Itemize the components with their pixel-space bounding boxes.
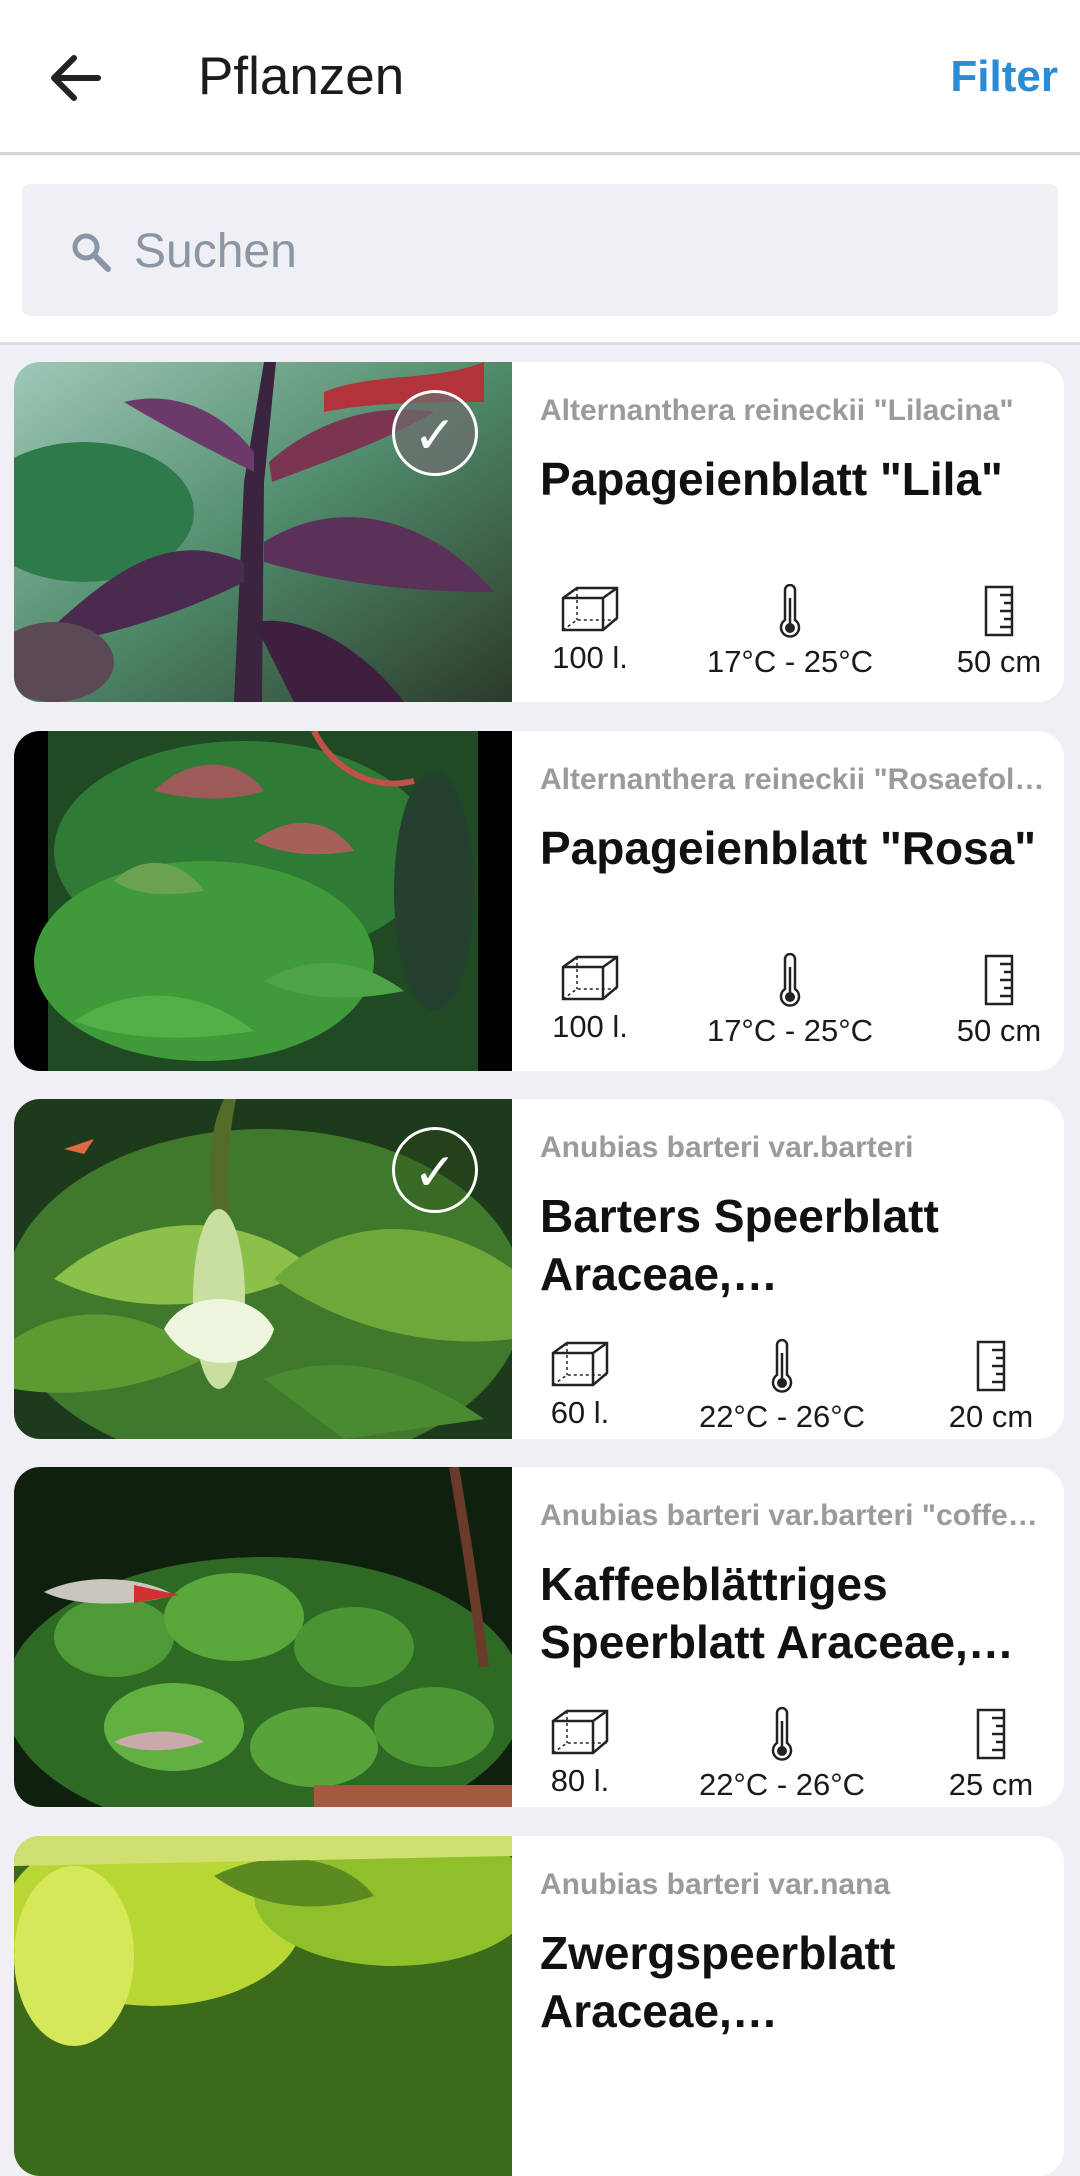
temperature-stat: 17°C - 25°C [700,584,880,680]
plant-card[interactable]: Alternanthera reineckii "Rosaefolia" Pap… [14,731,1064,1071]
plant-info: Anubias barteri var.barteri "coffeefolia… [540,1467,1048,1807]
aquarium-tank-icon [551,1341,609,1387]
height-stat: 50 cm [950,584,1048,680]
plant-info: Alternanthera reineckii "Lilacina" Papag… [540,362,1048,702]
temperature-value: 17°C - 25°C [706,1013,874,1048]
thermometer-icon [779,584,801,638]
volume-value: 60 l. [550,1395,610,1430]
selected-check-icon: ✓ [392,390,478,476]
back-button[interactable] [40,38,120,118]
thermometer-icon [771,1707,793,1761]
temperature-value: 22°C - 26°C [698,1767,866,1802]
ruler-icon [976,1340,1006,1392]
common-name: Barters Speerblatt Araceae, Aronstabgewä… [540,1190,939,1300]
aquarium-tank-icon [561,955,619,1001]
app-bar: Pflanzen Filter [0,0,1080,155]
page-title: Pflanzen [198,47,405,106]
common-name: Papageienblatt "Rosa" [540,822,1037,874]
search-icon [72,233,111,272]
common-name: Papageienblatt "Lila" [540,453,1003,505]
volume-stat: 100 l. [540,953,640,1045]
latin-name: Anubias barteri var.barteri [540,1131,914,1164]
selected-check-icon: ✓ [392,1127,478,1213]
plant-card[interactable]: Anubias barteri var.nana Zwergspeerblatt… [14,1836,1064,2176]
temperature-value: 22°C - 26°C [698,1399,866,1434]
common-name: Kaffeeblättriges Speerblatt Araceae, Aro… [540,1558,968,1668]
height-stat: 50 cm [950,953,1048,1049]
plant-photo: ✓ [14,362,512,702]
plant-card[interactable]: Anubias barteri var.barteri "coffeefolia… [14,1467,1064,1807]
latin-name: Alternanthera reineckii "Lilacina" [540,394,1014,427]
volume-value: 80 l. [550,1763,610,1798]
latin-name: Alternanthera reineckii "Rosaefolia" [540,763,1048,796]
plant-info: Anubias barteri var.nana Zwergspeerblatt… [540,1836,1048,2176]
temperature-stat: 22°C - 26°C [692,1707,872,1803]
ruler-icon [984,954,1014,1006]
height-value: 50 cm [956,644,1042,679]
ruler-icon [976,1708,1006,1760]
latin-name: Anubias barteri var.nana [540,1868,891,1901]
temperature-stat: 17°C - 25°C [700,953,880,1049]
volume-value: 100 l. [552,1009,628,1044]
latin-name: Anubias barteri var.barteri "coffeefolia… [540,1499,1048,1532]
search-box[interactable] [22,184,1058,316]
height-value: 50 cm [956,1013,1042,1048]
plant-photo [14,1836,512,2176]
plant-card[interactable]: ✓ Anubias barteri var.barteri Barters Sp… [14,1099,1064,1439]
height-stat: 25 cm [942,1707,1040,1803]
search-bar-container [0,155,1080,345]
thermometer-icon [779,953,801,1007]
aquarium-tank-icon [561,586,619,632]
filter-button[interactable]: Filter [950,52,1058,102]
arrow-left-icon [51,55,101,101]
height-value: 25 cm [948,1767,1034,1802]
plant-photo [14,731,512,1071]
volume-stat: 60 l. [530,1339,630,1431]
volume-value: 100 l. [552,640,628,675]
height-value: 20 cm [948,1399,1034,1434]
ruler-icon [984,585,1014,637]
height-stat: 20 cm [942,1339,1040,1435]
aquarium-tank-icon [551,1709,609,1755]
volume-stat: 80 l. [530,1707,630,1799]
plant-photo: ✓ [14,1099,512,1439]
temperature-value: 17°C - 25°C [706,644,874,679]
search-input[interactable] [132,212,1016,290]
plant-info: Alternanthera reineckii "Rosaefolia" Pap… [540,731,1048,1071]
plant-card[interactable]: ✓ Alternanthera reineckii "Lilacina" Pap… [14,362,1064,702]
common-name: Zwergspeerblatt Araceae, Aronstabgewächs… [540,1927,896,2037]
plant-photo [14,1467,512,1807]
plant-info: Anubias barteri var.barteri Barters Spee… [540,1099,1048,1439]
volume-stat: 100 l. [540,584,640,676]
thermometer-icon [771,1339,793,1393]
temperature-stat: 22°C - 26°C [692,1339,872,1435]
